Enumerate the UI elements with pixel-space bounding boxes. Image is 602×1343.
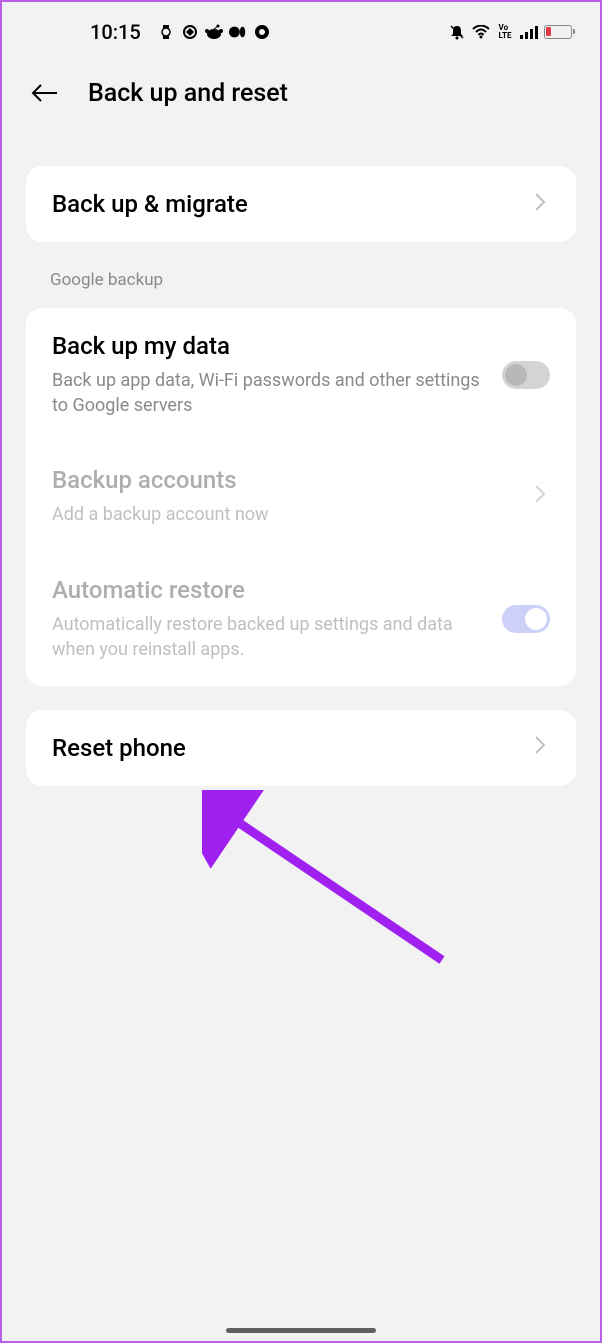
backup-my-data-row[interactable]: Back up my data Back up app data, Wi-Fi … — [26, 308, 576, 442]
status-notification-icons — [157, 23, 271, 41]
backup-my-data-title: Back up my data — [52, 332, 486, 360]
volte-icon: VoLTE — [496, 23, 514, 41]
navigation-indicator[interactable] — [226, 1328, 376, 1333]
backup-accounts-row[interactable]: Backup accounts Add a backup account now — [26, 442, 576, 551]
signal-icon — [520, 23, 538, 41]
chevron-right-icon — [534, 735, 550, 760]
backup-migrate-row[interactable]: Back up & migrate — [26, 166, 576, 242]
page-header: Back up and reset — [2, 58, 600, 138]
chevron-right-icon — [534, 484, 550, 509]
row-content: Reset phone — [52, 734, 534, 762]
back-button[interactable] — [30, 78, 60, 108]
google-backup-section-label: Google backup — [2, 242, 600, 308]
row-content: Automatic restore Automatically restore … — [52, 576, 502, 662]
status-right: VoLTE — [448, 23, 572, 41]
page-title: Back up and reset — [88, 79, 288, 108]
globe-icon — [181, 23, 199, 41]
row-content: Back up my data Back up app data, Wi-Fi … — [52, 332, 502, 418]
medium-icon — [229, 23, 247, 41]
battery-icon — [544, 25, 572, 39]
chevron-right-icon — [534, 192, 550, 217]
backup-accounts-subtitle: Add a backup account now — [52, 502, 518, 527]
backup-migrate-card: Back up & migrate — [26, 166, 576, 242]
backup-accounts-title: Backup accounts — [52, 466, 518, 494]
automatic-restore-row: Automatic restore Automatically restore … — [26, 552, 576, 686]
row-content: Backup accounts Add a backup account now — [52, 466, 534, 527]
status-left: 10:15 — [90, 20, 271, 44]
automatic-restore-toggle — [502, 605, 550, 633]
reset-phone-title: Reset phone — [52, 734, 518, 762]
annotation-arrow — [202, 790, 462, 984]
bell-muted-icon — [448, 23, 466, 41]
watch-icon — [157, 23, 175, 41]
circle-icon — [253, 23, 271, 41]
status-bar: 10:15 VoLTE — [2, 2, 600, 58]
backup-migrate-title: Back up & migrate — [52, 190, 518, 218]
reset-phone-row[interactable]: Reset phone — [26, 710, 576, 786]
row-content: Back up & migrate — [52, 190, 534, 218]
automatic-restore-title: Automatic restore — [52, 576, 486, 604]
battery-level — [546, 27, 551, 36]
status-time: 10:15 — [90, 20, 141, 44]
backup-my-data-toggle[interactable] — [502, 361, 550, 389]
automatic-restore-subtitle: Automatically restore backed up settings… — [52, 612, 486, 662]
backup-my-data-subtitle: Back up app data, Wi-Fi passwords and ot… — [52, 368, 486, 418]
wifi-icon — [472, 23, 490, 41]
reset-phone-card: Reset phone — [26, 710, 576, 786]
reddit-icon — [205, 23, 223, 41]
google-backup-card: Back up my data Back up app data, Wi-Fi … — [26, 308, 576, 686]
